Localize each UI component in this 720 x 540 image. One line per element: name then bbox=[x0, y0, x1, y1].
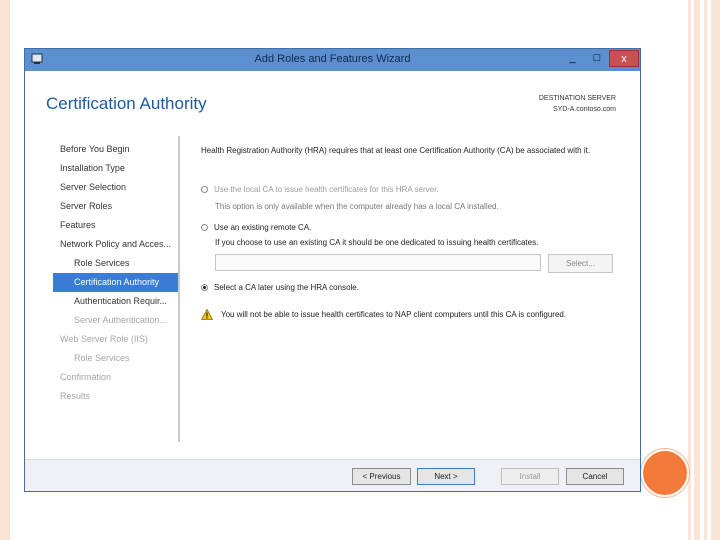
close-button[interactable]: x bbox=[609, 50, 639, 67]
nav-server-roles[interactable]: Server Roles bbox=[53, 197, 179, 216]
slide-right-border bbox=[688, 0, 720, 540]
nav-installation-type[interactable]: Installation Type bbox=[53, 159, 179, 178]
destination-server: DESTINATION SERVER SYD-A.contoso.com bbox=[539, 93, 616, 115]
nav-server-authentication: Server Authentication... bbox=[74, 315, 168, 325]
maximize-button[interactable]: □ bbox=[585, 50, 609, 67]
select-ca-button[interactable]: Select... bbox=[548, 254, 613, 273]
ca-name-field[interactable] bbox=[215, 254, 541, 271]
option-local-ca-hint: This option is only available when the c… bbox=[215, 202, 499, 211]
option-local-ca-label: Use the local CA to issue health certifi… bbox=[214, 185, 439, 194]
minimize-button[interactable]: _ bbox=[560, 50, 585, 67]
window-title: Add Roles and Features Wizard bbox=[254, 53, 411, 65]
radio-select-later[interactable] bbox=[201, 284, 208, 291]
nav-server-selection[interactable]: Server Selection bbox=[53, 178, 179, 197]
nav-divider bbox=[178, 136, 180, 442]
option-remote-ca[interactable]: Use an existing remote CA. bbox=[201, 223, 311, 232]
nav-web-server-role: Web Server Role (IIS) bbox=[60, 334, 148, 344]
nav-results: Results bbox=[60, 391, 91, 401]
wizard-window: Add Roles and Features Wizard _ □ x Cert… bbox=[24, 48, 641, 492]
nav-confirmation: Confirmation bbox=[60, 372, 112, 382]
previous-button[interactable]: < Previous bbox=[352, 468, 411, 485]
nav-features[interactable]: Features bbox=[53, 216, 179, 235]
warning-text: You will not be able to issue health cer… bbox=[221, 310, 567, 319]
slide-orange-circle bbox=[641, 449, 689, 497]
wizard-footer: < Previous Next > Install Cancel bbox=[25, 459, 640, 491]
destination-server-name: SYD-A.contoso.com bbox=[552, 106, 616, 113]
nav-before-you-begin[interactable]: Before You Begin bbox=[53, 140, 179, 159]
option-remote-ca-label: Use an existing remote CA. bbox=[214, 223, 312, 232]
nav-certification-authority[interactable]: Certification Authority bbox=[53, 273, 179, 292]
wizard-steps-nav: Before You Begin Installation Type Serve… bbox=[53, 140, 179, 406]
install-button[interactable]: Install bbox=[501, 468, 559, 485]
nav-role-services[interactable]: Role Services bbox=[53, 254, 179, 273]
title-bar: Add Roles and Features Wizard _ □ x bbox=[25, 49, 640, 71]
option-select-later[interactable]: Select a CA later using the HRA console. bbox=[201, 283, 359, 292]
intro-text: Health Registration Authority (HRA) requ… bbox=[201, 146, 591, 155]
page-title: Certification Authority bbox=[46, 94, 207, 113]
next-button[interactable]: Next > bbox=[417, 468, 475, 485]
slide-left-border bbox=[0, 0, 10, 540]
nav-network-policy[interactable]: Network Policy and Acces... bbox=[53, 235, 179, 254]
nav-authentication-requirements[interactable]: Authentication Requir... bbox=[53, 292, 179, 311]
cancel-button[interactable]: Cancel bbox=[566, 468, 624, 485]
option-local-ca[interactable]: Use the local CA to issue health certifi… bbox=[201, 185, 439, 194]
option-select-later-label: Select a CA later using the HRA console. bbox=[214, 283, 359, 292]
radio-remote-ca[interactable] bbox=[201, 224, 208, 231]
destination-label: DESTINATION SERVER bbox=[538, 95, 616, 102]
radio-local-ca[interactable] bbox=[201, 186, 208, 193]
warning-icon bbox=[201, 309, 213, 320]
option-remote-ca-hint: If you choose to use an existing CA it s… bbox=[215, 238, 539, 247]
nav-iis-role-services: Role Services bbox=[74, 353, 130, 363]
